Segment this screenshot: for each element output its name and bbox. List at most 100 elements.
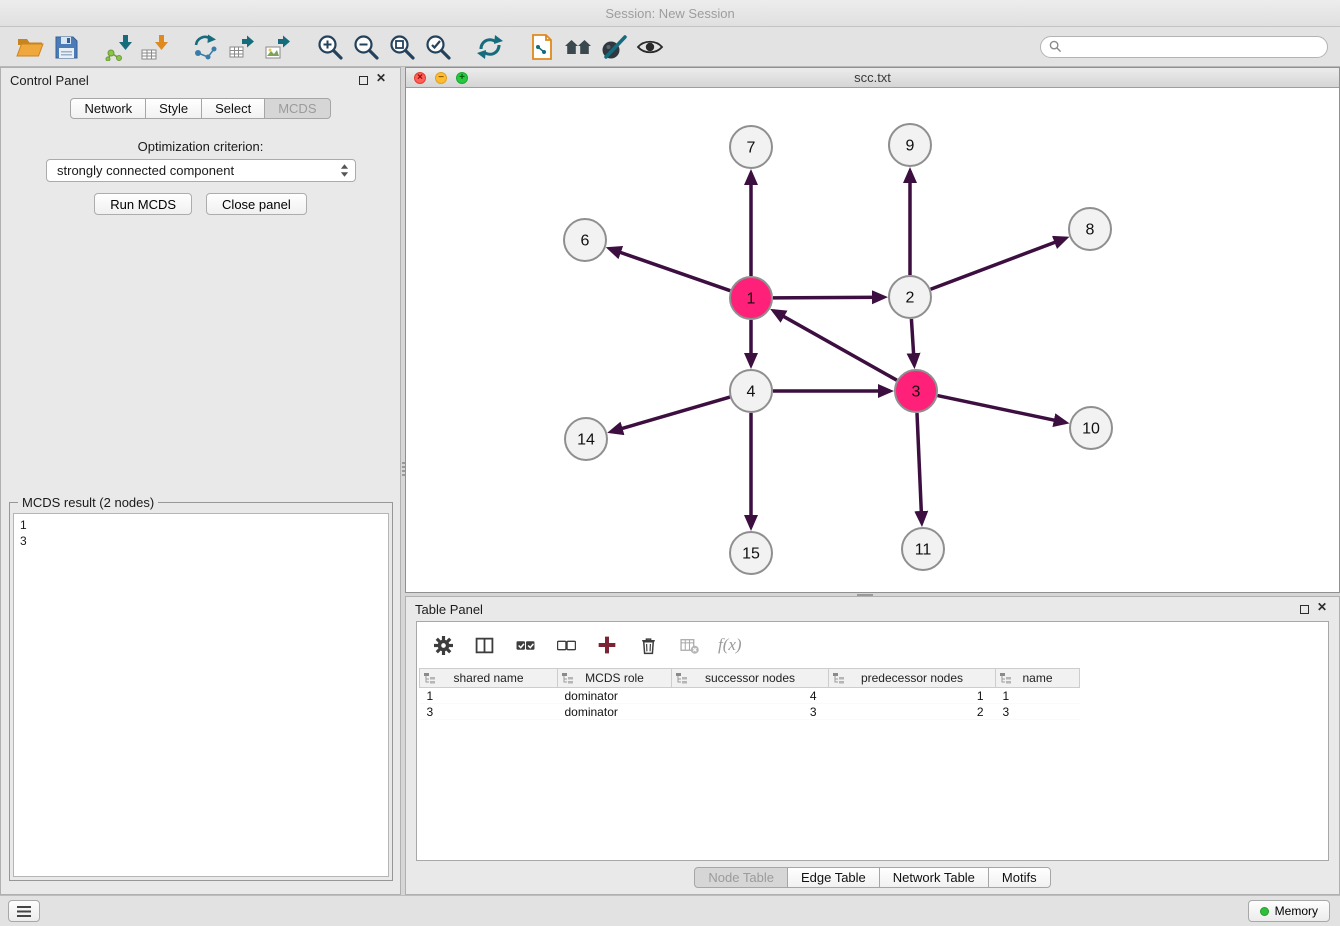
mcds-result-area[interactable]: 1 3 (13, 513, 389, 877)
graph-edge-2-8[interactable] (931, 238, 1066, 289)
zoom-selected-button[interactable] (420, 31, 456, 63)
memory-status-icon (1260, 907, 1269, 916)
zoom-in-button[interactable] (312, 31, 348, 63)
network-from-selection-button[interactable] (188, 31, 224, 63)
graph-node-label: 2 (906, 290, 915, 307)
graph-node-label: 11 (915, 542, 932, 559)
list-icon (17, 906, 31, 917)
float-table-panel-icon[interactable] (1300, 605, 1309, 614)
graph-node-label: 10 (1082, 421, 1100, 438)
table-cell: 2 (829, 704, 996, 720)
graph-edge-3-10[interactable] (938, 396, 1066, 423)
graph-node-9[interactable]: 9 (889, 124, 931, 166)
column-header-successor-nodes[interactable]: successor nodes (672, 669, 829, 688)
memory-button[interactable]: Memory (1248, 900, 1330, 922)
close-table-panel-icon[interactable] (1315, 599, 1329, 615)
show-hide-button[interactable] (632, 31, 668, 63)
export-table-button[interactable] (224, 31, 260, 63)
column-header-mcds-role[interactable]: MCDS role (558, 669, 672, 688)
home-button[interactable] (560, 31, 596, 63)
graph-node-7[interactable]: 7 (730, 126, 772, 168)
save-session-button[interactable] (48, 31, 84, 63)
tab-mcds[interactable]: MCDS (264, 98, 330, 119)
graph-node-6[interactable]: 6 (564, 219, 606, 261)
close-window-icon[interactable] (414, 72, 426, 84)
graph-node-label: 14 (577, 432, 595, 449)
graph-edge-1-6[interactable] (610, 249, 731, 291)
close-panel-button[interactable]: Close panel (206, 193, 307, 215)
network-window-titlebar[interactable]: scc.txt (406, 68, 1339, 88)
graph-node-11[interactable]: 11 (902, 528, 944, 570)
graph-edge-4-14[interactable] (611, 397, 730, 432)
document-network-button[interactable] (524, 31, 560, 63)
optimization-criterion-select[interactable]: strongly connected component (46, 159, 356, 182)
graph-edge-3-11[interactable] (917, 413, 922, 523)
column-type-icon (833, 672, 844, 687)
zoom-fit-button[interactable] (384, 31, 420, 63)
optimization-criterion-label: Optimization criterion: (1, 139, 400, 154)
table-cell: 1 (420, 688, 558, 704)
zoom-window-icon[interactable] (456, 72, 468, 84)
graph-node-2[interactable]: 2 (889, 276, 931, 318)
table-row[interactable]: 3dominator323 (420, 704, 1080, 720)
style-brush-button[interactable] (596, 31, 632, 63)
tab-style[interactable]: Style (145, 98, 202, 119)
tab-edge-table[interactable]: Edge Table (787, 867, 880, 888)
deselect-all-button[interactable] (554, 633, 578, 657)
graph-edge-2-3[interactable] (911, 319, 914, 365)
tab-network[interactable]: Network (70, 98, 146, 119)
graph-node-1[interactable]: 1 (730, 277, 772, 319)
graph-node-label: 4 (747, 384, 756, 401)
eye-icon (636, 33, 664, 61)
minimize-window-icon[interactable] (435, 72, 447, 84)
run-mcds-button[interactable]: Run MCDS (94, 193, 192, 215)
delete-table-button[interactable] (677, 633, 701, 657)
column-header-shared-name[interactable]: shared name (420, 669, 558, 688)
function-builder-button[interactable]: f(x) (718, 633, 742, 657)
table-toolbar: f(x) (417, 622, 1328, 668)
dropdown-arrows-icon (340, 163, 349, 178)
tab-network-table[interactable]: Network Table (879, 867, 989, 888)
graph-node-15[interactable]: 15 (730, 532, 772, 574)
float-panel-icon[interactable] (359, 76, 368, 85)
graph-edge-1-2[interactable] (773, 297, 884, 298)
delete-column-button[interactable] (636, 633, 660, 657)
column-layout-button[interactable] (472, 633, 496, 657)
select-all-button[interactable] (513, 633, 537, 657)
export-image-button[interactable] (260, 31, 296, 63)
search-field[interactable] (1040, 36, 1328, 58)
graph-node-label: 7 (747, 140, 756, 157)
status-bar: Memory (0, 895, 1340, 926)
table-settings-button[interactable] (431, 633, 455, 657)
graph-node-4[interactable]: 4 (730, 370, 772, 412)
import-table-button[interactable] (136, 31, 172, 63)
tab-select[interactable]: Select (201, 98, 265, 119)
table-cell: dominator (558, 704, 672, 720)
control-panel-tabs: Network Style Select MCDS (1, 98, 400, 119)
network-canvas[interactable]: 7 9 6 8 1 2 4 3 14 10 15 11 (406, 88, 1339, 592)
task-history-button[interactable] (8, 900, 40, 922)
network-window-title: scc.txt (406, 68, 1339, 87)
graph-node-14[interactable]: 14 (565, 418, 607, 460)
graph-node-label: 6 (581, 233, 590, 250)
tab-motifs[interactable]: Motifs (988, 867, 1051, 888)
search-input[interactable] (1067, 39, 1319, 54)
zoom-out-button[interactable] (348, 31, 384, 63)
graph-node-10[interactable]: 10 (1070, 407, 1112, 449)
style-brush-icon (600, 33, 628, 61)
add-column-button[interactable] (595, 633, 619, 657)
close-panel-icon[interactable] (374, 70, 388, 86)
apply-layout-button[interactable] (472, 31, 508, 63)
columns-icon (475, 636, 494, 655)
import-network-button[interactable] (100, 31, 136, 63)
main-toolbar (0, 27, 1340, 67)
graph-edge-3-1[interactable] (774, 311, 897, 380)
graph-node-8[interactable]: 8 (1069, 208, 1111, 250)
import-table-icon (140, 33, 168, 61)
graph-node-3[interactable]: 3 (895, 370, 937, 412)
tab-node-table[interactable]: Node Table (694, 867, 788, 888)
table-row[interactable]: 1dominator411 (420, 688, 1080, 704)
column-header-predecessor-nodes[interactable]: predecessor nodes (829, 669, 996, 688)
column-header-name[interactable]: name (996, 669, 1080, 688)
open-session-button[interactable] (12, 31, 48, 63)
